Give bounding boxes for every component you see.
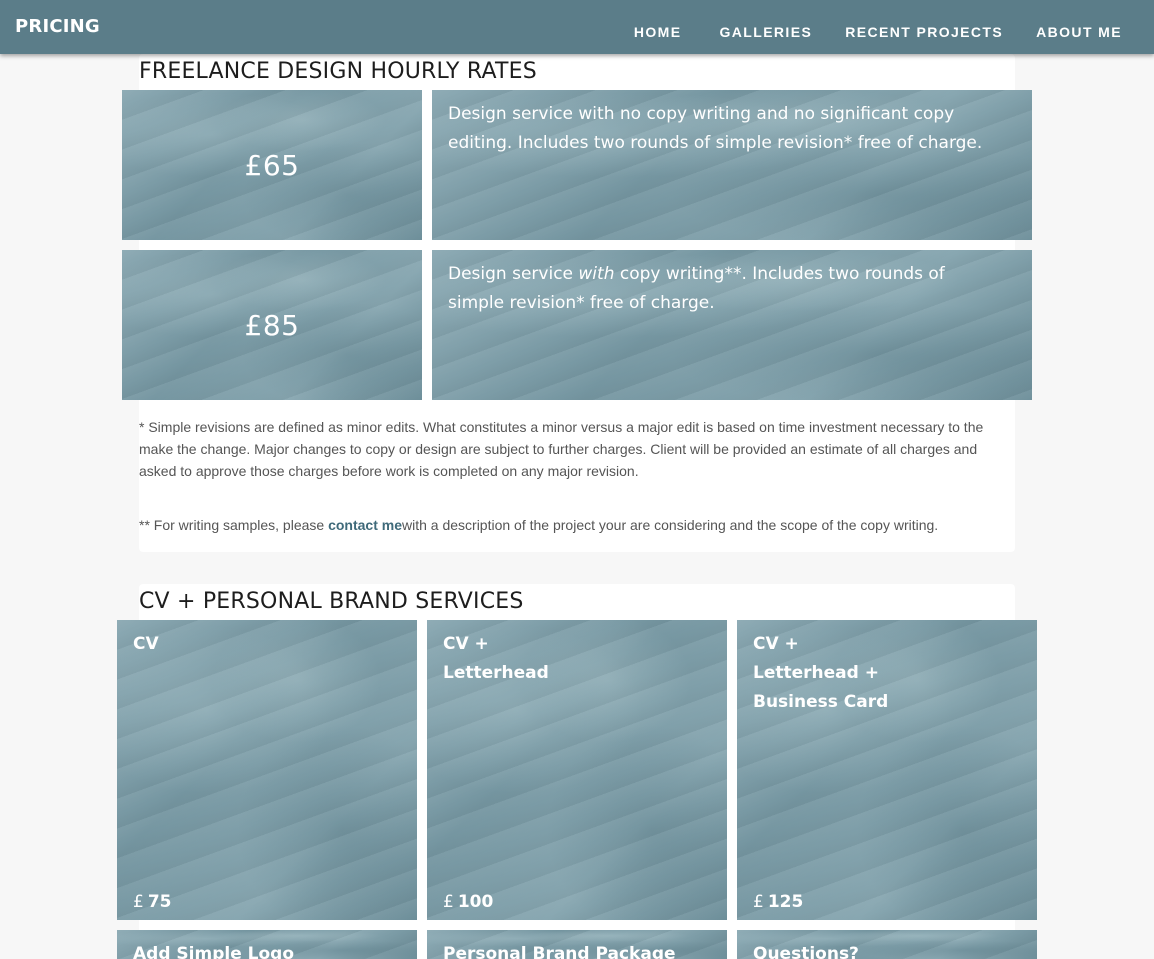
top-navbar: PRICING HOME GALLERIES RECENT PROJECTS A… xyxy=(0,0,1154,54)
main-nav: HOME GALLERIES RECENT PROJECTS ABOUT ME xyxy=(634,0,1154,54)
package-title: Add Simple Logo xyxy=(133,944,295,959)
writing-footnote-prefix: ** For writing samples, please xyxy=(139,517,329,533)
rate-price: £65 xyxy=(244,148,300,182)
package-title: Personal Brand Package xyxy=(443,944,676,959)
rate-description-tile: Design service with copy writing**. Incl… xyxy=(432,250,1032,400)
package-title-line: Letterhead + xyxy=(753,663,879,683)
currency-symbol: £ xyxy=(443,892,454,912)
rate-desc-emphasis: with xyxy=(578,264,615,284)
nav-home-link[interactable]: HOME xyxy=(634,24,682,40)
package-title: CV + Letterhead + Business Card xyxy=(753,630,888,717)
package-title: CV + Letterhead xyxy=(443,630,549,688)
package-title-line: Letterhead xyxy=(443,663,549,683)
price-amount: 125 xyxy=(767,892,804,912)
writing-footnote-suffix: with a description of the project your a… xyxy=(402,517,939,533)
questions-card[interactable]: Questions? xyxy=(737,930,1037,959)
revision-footnote: * Simple revisions are defined as minor … xyxy=(139,419,984,479)
nav-galleries-link[interactable]: GALLERIES xyxy=(719,24,812,40)
package-price: £100 xyxy=(443,892,493,912)
rate-price-tile: £65 xyxy=(122,90,422,240)
page-title: PRICING xyxy=(15,16,100,37)
writing-footnote: ** For writing samples, please contact m… xyxy=(139,514,1005,536)
contact-me-link[interactable]: contact me xyxy=(328,517,402,533)
personal-brand-package-card[interactable]: Personal Brand Package xyxy=(427,930,727,959)
add-simple-logo-card[interactable]: Add Simple Logo xyxy=(117,930,417,959)
package-title-line: CV xyxy=(133,634,159,654)
package-title-line: Business Card xyxy=(753,692,889,712)
package-title: CV xyxy=(133,630,159,659)
rate-description-tile: Design service with no copy writing and … xyxy=(432,90,1032,240)
package-title: Questions? xyxy=(753,944,859,959)
currency-symbol: £ xyxy=(133,892,144,912)
cv-letterhead-businesscard-package-card[interactable]: CV + Letterhead + Business Card £125 xyxy=(737,620,1037,920)
price-amount: 75 xyxy=(147,892,172,912)
nav-about-me-link[interactable]: ABOUT ME xyxy=(1036,24,1122,40)
rate-description: Design service with copy writing**. Incl… xyxy=(448,260,1002,318)
price-amount: 100 xyxy=(457,892,494,912)
rate-description: Design service with no copy writing and … xyxy=(448,104,983,153)
cv-package-card[interactable]: CV £75 xyxy=(117,620,417,920)
package-price: £75 xyxy=(133,892,172,912)
cv-letterhead-package-card[interactable]: CV + Letterhead £100 xyxy=(427,620,727,920)
package-title-line: CV + xyxy=(443,634,489,654)
hourly-rates-heading: FREELANCE DESIGN HOURLY RATES xyxy=(139,59,537,84)
currency-symbol: £ xyxy=(753,892,764,912)
package-title-line: CV + xyxy=(753,634,799,654)
nav-recent-projects-link[interactable]: RECENT PROJECTS xyxy=(845,24,1003,40)
rate-price: £85 xyxy=(244,308,300,342)
rate-price-tile: £85 xyxy=(122,250,422,400)
rate-desc-text: Design service xyxy=(448,264,579,284)
cv-services-heading: CV + PERSONAL BRAND SERVICES xyxy=(139,589,524,614)
package-price: £125 xyxy=(753,892,803,912)
